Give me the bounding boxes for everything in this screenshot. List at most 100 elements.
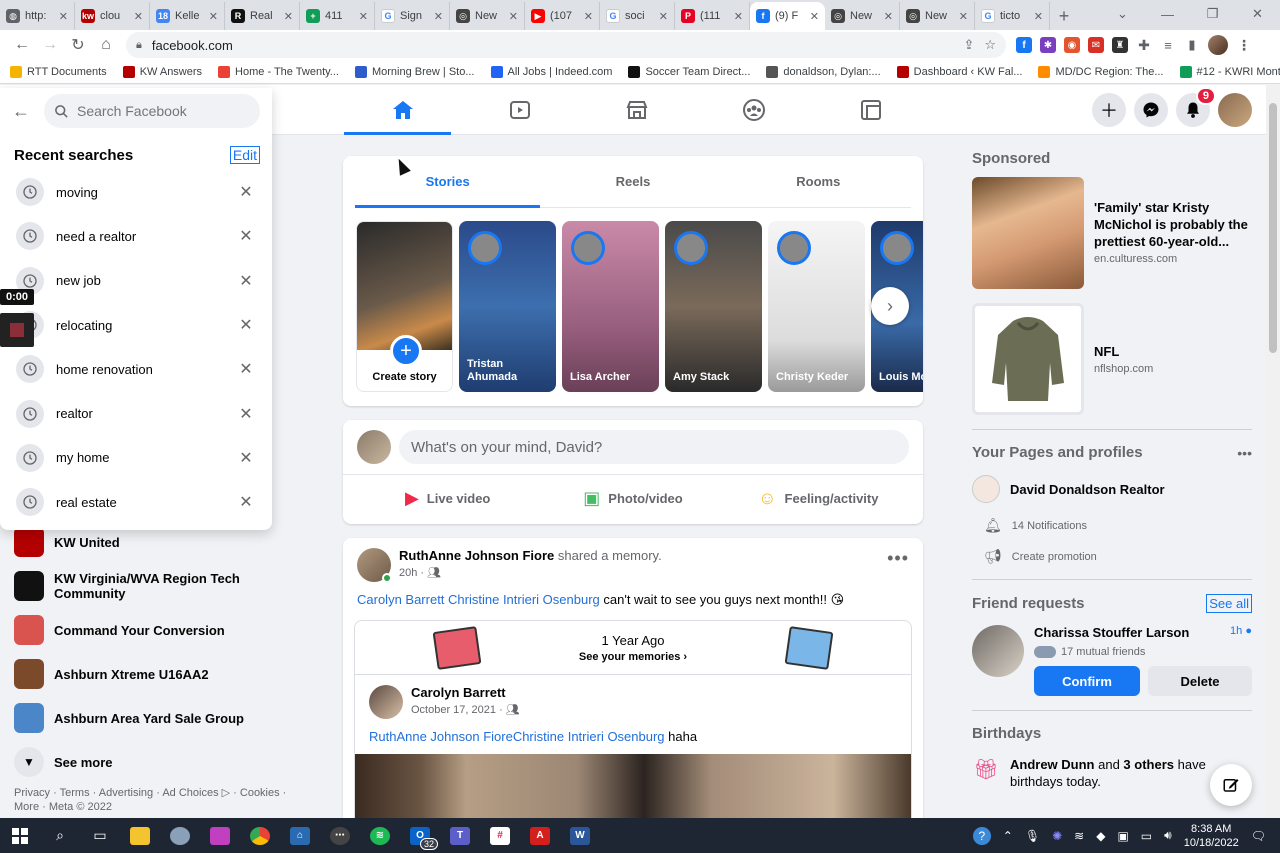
close-tab-icon[interactable]: ✕ (434, 10, 443, 23)
forward-button[interactable]: → (36, 31, 64, 59)
close-tab-icon[interactable]: ✕ (810, 10, 819, 23)
close-tab-icon[interactable]: ✕ (209, 10, 218, 23)
browser-tab[interactable]: R Real ✕ (225, 2, 300, 30)
browser-tab[interactable]: ◎ New ✕ (450, 2, 525, 30)
composer-action-button[interactable]: ▣ Photo/video (540, 488, 725, 509)
bookmark-item[interactable]: Soccer Team Direct... (628, 65, 750, 78)
bookmark-item[interactable]: MD/DC Region: The... (1038, 65, 1164, 78)
task-view-icon[interactable]: ▭ (80, 818, 120, 853)
browser-tab[interactable]: f (9) F ✕ (750, 2, 825, 30)
more-options-icon[interactable]: ••• (887, 548, 909, 569)
recent-search-item[interactable]: real estate ✕ (0, 480, 272, 524)
confirm-button[interactable]: Confirm (1034, 666, 1140, 696)
tab-rooms[interactable]: Rooms (726, 156, 911, 207)
extension-icon[interactable]: ✉ (1088, 37, 1104, 53)
bookmark-item[interactable]: #12 - KWRI Monthl... (1179, 65, 1280, 78)
composer-action-button[interactable]: ☺ Feeling/activity (726, 488, 911, 509)
more-options-icon[interactable]: ••• (1237, 445, 1252, 461)
post-time[interactable]: 20h (399, 567, 417, 579)
ad-image[interactable] (972, 303, 1084, 415)
puzzle-icon[interactable]: ✚ (1136, 37, 1152, 53)
close-window-button[interactable]: ✕ (1235, 0, 1280, 28)
bookmark-star-icon[interactable]: ☆ (984, 37, 996, 53)
app-icon[interactable]: ⌂ (280, 818, 320, 853)
close-tab-icon[interactable]: ✕ (359, 10, 368, 23)
nav-gaming[interactable] (812, 85, 929, 135)
notification-center-icon[interactable]: 🗨︎ (1251, 829, 1266, 843)
restore-button[interactable]: ❐ (1190, 0, 1235, 28)
back-button[interactable]: ← (8, 31, 36, 59)
composer-action-button[interactable]: ▶ Live video (355, 488, 540, 509)
browser-tab[interactable]: P (111 ✕ (675, 2, 750, 30)
friend-name[interactable]: Charissa Stouffer Larson (1034, 625, 1189, 640)
browser-tab[interactable]: Gticto ✕ (975, 2, 1050, 30)
browser-tab[interactable]: Gsoci ✕ (600, 2, 675, 30)
story-next-button[interactable]: › (871, 287, 909, 325)
browser-tab[interactable]: kw clou ✕ (75, 2, 150, 30)
search-icon[interactable]: ⌕ (40, 818, 80, 853)
page-item[interactable]: David Donaldson Realtor (972, 475, 1252, 503)
chrome-icon[interactable] (240, 818, 280, 853)
remove-search-icon[interactable]: ✕ (236, 359, 256, 379)
avatar[interactable] (357, 548, 392, 583)
account-avatar[interactable] (1218, 93, 1252, 127)
bookmark-item[interactable]: KW Answers (122, 65, 202, 78)
microphone-icon[interactable]: 🎙︎ (1025, 829, 1040, 843)
shortcut-item[interactable]: Ashburn Area Yard Sale Group (0, 696, 300, 740)
see-more-button[interactable]: ▼ See more (0, 740, 300, 784)
bookmark-item[interactable]: Home - The Twenty... (218, 65, 339, 78)
acrobat-icon[interactable]: A (520, 818, 560, 853)
create-promotion[interactable]: 📢︎ Create promotion (972, 548, 1252, 565)
recent-search-item[interactable]: my home ✕ (0, 436, 272, 480)
browser-tab[interactable]: ▶ (107 ✕ (525, 2, 600, 30)
back-arrow-icon[interactable]: ← (12, 101, 30, 122)
nav-watch[interactable] (461, 85, 578, 135)
close-tab-icon[interactable]: ✕ (584, 10, 593, 23)
clock[interactable]: 8:38 AM 10/18/2022 (1184, 822, 1239, 850)
app-tray-icon[interactable]: ◆ (1096, 829, 1105, 843)
close-tab-icon[interactable]: ✕ (284, 10, 293, 23)
bookmark-item[interactable]: donaldson, Dylan:... (766, 65, 881, 78)
windows-start-icon[interactable] (0, 818, 40, 853)
extension-icon[interactable]: ✱ (1040, 37, 1056, 53)
notifications-button[interactable]: 9 (1176, 87, 1216, 127)
minimize-button[interactable]: — (1145, 0, 1190, 28)
reload-button[interactable]: ↻ (64, 31, 92, 59)
close-tab-icon[interactable]: ✕ (59, 10, 68, 23)
address-bar[interactable]: 🔒︎ facebook.com ⇪ ☆ (126, 32, 1006, 58)
app-tray-icon[interactable]: ✺ (1052, 829, 1062, 843)
wifi-icon[interactable]: ≋ (1074, 829, 1084, 843)
facebook-extension-icon[interactable]: f (1016, 37, 1032, 53)
shortcut-item[interactable]: KW Virginia/WVA Region Tech Community (0, 564, 300, 608)
ad-image[interactable] (972, 177, 1084, 289)
home-button[interactable]: ⌂ (92, 31, 120, 59)
ad-item[interactable]: NFL nflshop.com (972, 303, 1252, 415)
tab-stories[interactable]: Stories (355, 156, 541, 208)
new-message-button[interactable] (1210, 764, 1252, 806)
story-card[interactable]: Christy Keder (768, 221, 865, 392)
ad-title[interactable]: NFL (1094, 343, 1153, 360)
inner-tagged-users[interactable]: RuthAnne Johnson FioreChristine Intrieri… (369, 729, 665, 744)
inner-post-author[interactable]: Carolyn Barrett (411, 685, 520, 700)
bookmark-item[interactable]: RTT Documents (10, 65, 107, 78)
close-tab-icon[interactable]: ✕ (734, 10, 743, 23)
close-tab-icon[interactable]: ✕ (134, 10, 143, 23)
share-icon[interactable]: ⇪ (963, 37, 974, 53)
edit-button[interactable]: Edit (229, 146, 260, 164)
app-icon[interactable] (160, 818, 200, 853)
browser-tab[interactable]: ◎ New ✕ (900, 2, 975, 30)
remove-search-icon[interactable]: ✕ (236, 448, 256, 468)
profile-avatar[interactable] (1208, 35, 1228, 55)
avatar[interactable] (369, 685, 403, 719)
outlook-icon[interactable]: O 32 (400, 818, 440, 853)
recent-search-item[interactable]: need a realtor ✕ (0, 214, 272, 258)
browser-tab[interactable]: +411 ✕ (300, 2, 375, 30)
close-tab-icon[interactable]: ✕ (659, 10, 668, 23)
footer-links[interactable]: Privacy · Terms · Advertising · Ad Choic… (14, 786, 294, 814)
search-input[interactable] (77, 103, 247, 119)
ad-item[interactable]: 'Family' star Kristy McNichol is probabl… (972, 177, 1252, 289)
nav-groups[interactable] (695, 85, 812, 135)
spotify-icon[interactable]: ≋ (360, 818, 400, 853)
browser-tab[interactable]: 18 Kelle ✕ (150, 2, 225, 30)
remove-search-icon[interactable]: ✕ (236, 492, 256, 512)
